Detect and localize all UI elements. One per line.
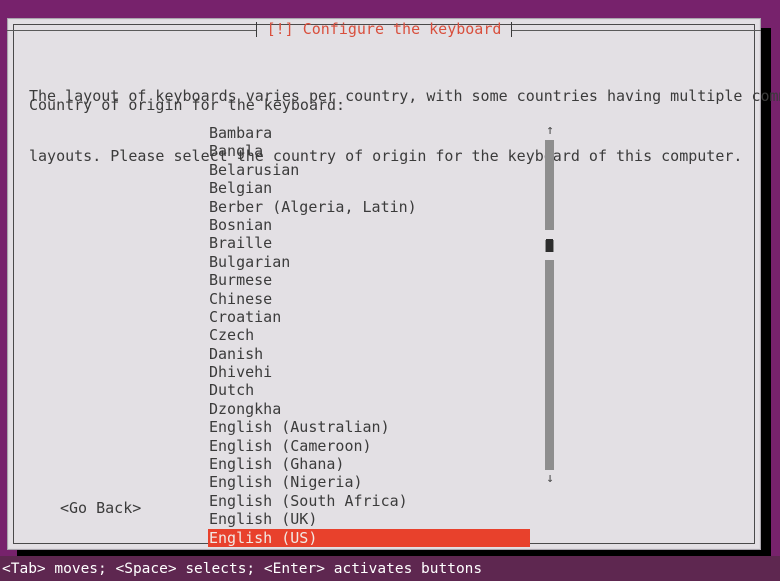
keyboard-help-statusbar: <Tab> moves; <Space> selects; <Enter> ac… — [0, 558, 780, 581]
country-list-scrollbar[interactable]: ↑ ↓ — [542, 124, 558, 486]
titlebar-rule-left — [7, 29, 256, 31]
scroll-down-arrow-icon[interactable]: ↓ — [542, 472, 558, 486]
country-list-item[interactable]: Bangla — [208, 142, 530, 160]
country-list-item[interactable]: Bosnian — [208, 216, 530, 234]
country-list-item[interactable]: English (UK) — [208, 510, 530, 528]
country-list-item[interactable]: Czech — [208, 326, 530, 344]
country-list-item[interactable]: Dutch — [208, 381, 530, 399]
dialog-titlebar: [!] Configure the keyboard — [7, 18, 761, 40]
dialog-button-row: <Go Back> — [60, 498, 141, 518]
country-list-item[interactable]: Bulgarian — [208, 253, 530, 271]
scrollbar-gap-lower — [542, 252, 557, 260]
country-list-item[interactable]: Belarusian — [208, 161, 530, 179]
country-list-item[interactable]: Belgian — [208, 179, 530, 197]
country-list-item[interactable]: Dhivehi — [208, 363, 530, 381]
scrollbar-thumb[interactable] — [546, 239, 553, 252]
country-list-item[interactable]: Berber (Algeria, Latin) — [208, 198, 530, 216]
installer-screen: [!] Configure the keyboard The layout of… — [0, 0, 780, 581]
country-list-item[interactable]: English (South Africa) — [208, 492, 530, 510]
country-list-item[interactable]: English (Ghana) — [208, 455, 530, 473]
country-list-item[interactable]: English (Australian) — [208, 418, 530, 436]
country-list-item[interactable]: English (US) — [208, 528, 530, 547]
dialog-title: [!] Configure the keyboard — [266, 20, 502, 38]
country-list-item[interactable]: English (Nigeria) — [208, 473, 530, 491]
country-list[interactable]: Bambara Bangla Belarusian Belgian Berber (Al… — [208, 124, 530, 547]
country-list-item[interactable]: Bambara — [208, 124, 530, 142]
country-list-item[interactable]: Croatian — [208, 308, 530, 326]
country-prompt-label: Country of origin for the keyboard: — [29, 96, 346, 114]
country-list-item[interactable]: Braille — [208, 234, 530, 252]
go-back-button[interactable]: <Go Back> — [60, 498, 141, 518]
country-list-item[interactable]: Burmese — [208, 271, 530, 289]
scrollbar-track[interactable] — [545, 140, 554, 470]
country-list-item[interactable]: Dzongkha — [208, 400, 530, 418]
country-list-item[interactable]: English (Cameroon) — [208, 437, 530, 455]
scroll-up-arrow-icon[interactable]: ↑ — [542, 124, 558, 138]
titlebar-rule-right — [512, 29, 761, 31]
country-list-item[interactable]: Chinese — [208, 290, 530, 308]
country-list-item[interactable]: Danish — [208, 345, 530, 363]
